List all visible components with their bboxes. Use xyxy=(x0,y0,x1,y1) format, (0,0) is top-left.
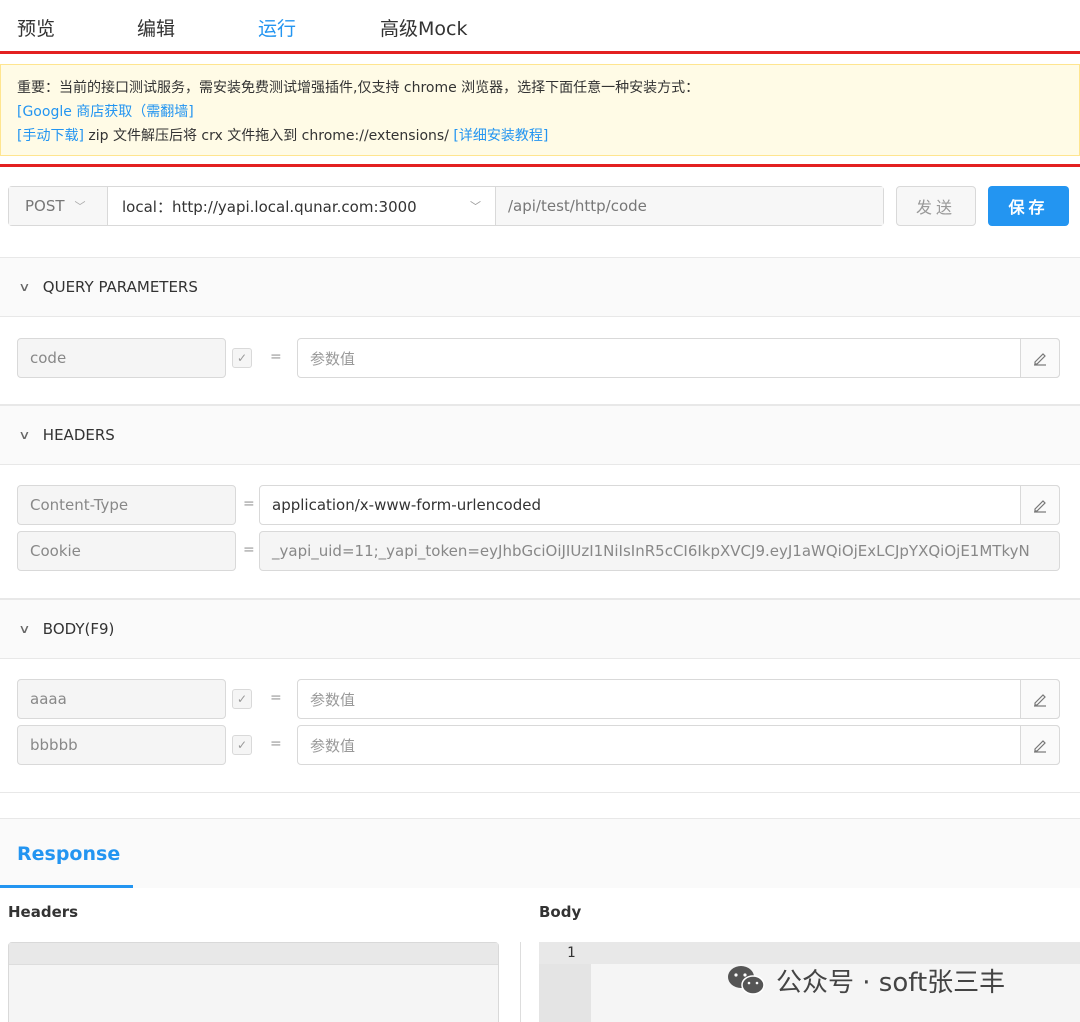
response-headers-label: Headers xyxy=(8,903,79,921)
manual-download-link[interactable]: [手动下载] xyxy=(17,128,84,144)
method-value: POST xyxy=(25,197,65,215)
plugin-notice: 重要：当前的接口测试服务，需安装免费测试增强插件,仅支持 chrome 浏览器，… xyxy=(0,64,1080,156)
watermark: 公众号 · soft张三丰 xyxy=(726,962,1005,999)
response-headers-editor[interactable] xyxy=(8,942,499,1022)
tab-response[interactable]: Response xyxy=(17,843,120,865)
tab-preview[interactable]: 预览 xyxy=(17,14,55,41)
query-params-header[interactable]: ∨ QUERY PARAMETERS xyxy=(0,257,1080,317)
section-title: QUERY PARAMETERS xyxy=(42,278,198,296)
edit-icon[interactable] xyxy=(1020,485,1060,525)
equals-sign: = xyxy=(243,496,255,512)
chevron-down-icon: ∨ xyxy=(18,428,31,442)
tab-edit[interactable]: 编辑 xyxy=(137,14,175,41)
watermark-text: 公众号 · soft张三丰 xyxy=(776,968,1006,998)
equals-sign: = xyxy=(243,542,255,558)
env-select[interactable]: local：http://yapi.local.qunar.com:3000 ﹀ xyxy=(108,187,496,225)
save-button[interactable]: 保存 xyxy=(988,186,1069,226)
plugin-notice-highlight: 重要：当前的接口测试服务，需安装免费测试增强插件,仅支持 chrome 浏览器，… xyxy=(0,51,1080,167)
path-input[interactable]: /api/test/http/code xyxy=(496,187,883,225)
header-value-field[interactable]: _yapi_uid=11;_yapi_token=eyJhbGciOiJIUzI… xyxy=(259,531,1060,571)
response-body-label: Body xyxy=(539,903,582,921)
chevron-down-icon: ∨ xyxy=(18,622,31,636)
equals-sign: = xyxy=(270,349,282,365)
yapi-run-page: 预览 编辑 运行 高级Mock 重要：当前的接口测试服务，需安装免费测试增强插件… xyxy=(0,0,1080,1022)
tab-ink-bar xyxy=(0,885,133,888)
edit-icon[interactable] xyxy=(1020,338,1060,378)
edit-icon[interactable] xyxy=(1020,725,1060,765)
headers-header[interactable]: ∨ HEADERS xyxy=(0,405,1080,465)
tab-run[interactable]: 运行 xyxy=(258,14,296,41)
section-title: HEADERS xyxy=(42,426,115,444)
google-store-link[interactable]: [Google 商店获取（需翻墙] xyxy=(17,104,194,120)
param-name-field[interactable]: bbbbb xyxy=(17,725,226,765)
param-value-field[interactable]: 参数值 xyxy=(297,338,1060,378)
chevron-down-icon: ∨ xyxy=(18,280,31,294)
query-params-body: code ✓ = 参数值 xyxy=(0,317,1080,405)
param-enabled-checkbox[interactable]: ✓ xyxy=(232,689,252,709)
param-name-field[interactable]: code xyxy=(17,338,226,378)
wechat-icon xyxy=(728,965,765,995)
manual-instructions: zip 文件解压后将 crx 文件拖入到 chrome://extensions… xyxy=(83,128,454,144)
param-enabled-checkbox[interactable]: ✓ xyxy=(232,348,252,368)
install-tutorial-link[interactable]: [详细安装教程] xyxy=(453,128,548,144)
param-enabled-checkbox[interactable]: ✓ xyxy=(232,735,252,755)
header-value-field[interactable]: application/x-www-form-urlencoded xyxy=(259,485,1060,525)
method-select[interactable]: POST ﹀ xyxy=(9,187,108,225)
line-number: 1 xyxy=(567,945,576,961)
pane-divider[interactable] xyxy=(520,942,521,1022)
chevron-down-icon: ﹀ xyxy=(470,200,481,213)
equals-sign: = xyxy=(270,690,282,706)
env-value: local：http://yapi.local.qunar.com:3000 xyxy=(122,197,417,216)
edit-icon[interactable] xyxy=(1020,679,1060,719)
notice-text: 重要：当前的接口测试服务，需安装免费测试增强插件,仅支持 chrome 浏览器，… xyxy=(17,80,700,96)
section-title: BODY(F9) xyxy=(42,620,115,638)
request-bar: POST ﹀ local：http://yapi.local.qunar.com… xyxy=(8,186,884,226)
body-params-body: aaaa ✓ = 参数值 bbbbb ✓ = 参数值 xyxy=(0,659,1080,793)
top-tabs: 预览 编辑 运行 高级Mock xyxy=(0,0,1080,56)
header-name-field[interactable]: Cookie xyxy=(17,531,236,571)
header-name-field[interactable]: Content-Type xyxy=(17,485,236,525)
response-tabbar xyxy=(0,818,1080,888)
headers-body: Content-Type = application/x-www-form-ur… xyxy=(0,465,1080,599)
body-header[interactable]: ∨ BODY(F9) xyxy=(0,599,1080,659)
param-value-field[interactable]: 参数值 xyxy=(297,725,1060,765)
send-button[interactable]: 发送 xyxy=(896,186,976,226)
equals-sign: = xyxy=(270,736,282,752)
param-name-field[interactable]: aaaa xyxy=(17,679,226,719)
chevron-down-icon: ﹀ xyxy=(74,200,86,213)
tab-advanced-mock[interactable]: 高级Mock xyxy=(380,14,467,41)
param-value-field[interactable]: 参数值 xyxy=(297,679,1060,719)
